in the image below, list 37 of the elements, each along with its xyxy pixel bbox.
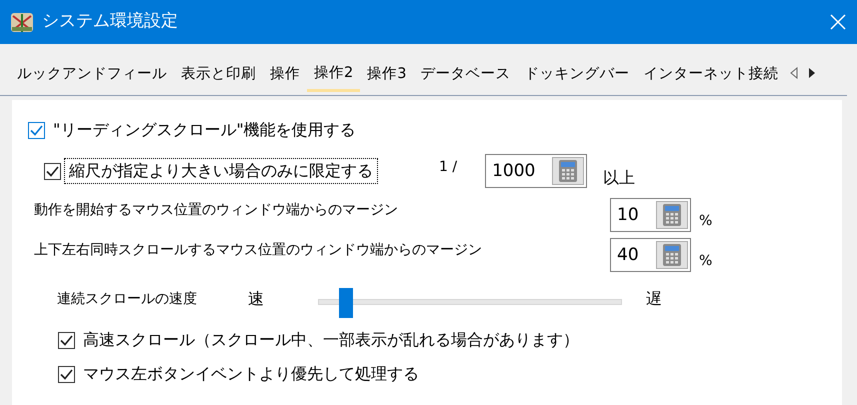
checkbox-label: 縮尺が指定より大きい場合のみに限定する [65,159,377,183]
tab[interactable]: 表示と印刷 [174,58,263,92]
app-icon [10,10,34,34]
checkbox[interactable] [58,366,75,382]
checkbox-label: マウス左ボタンイベントより優先して処理する [83,363,419,385]
calculator-button[interactable] [552,157,584,185]
unit-label: % [699,252,712,270]
calculator-icon [558,159,578,183]
scale-prefix: 1 / [439,158,458,176]
max-label: 遅 [646,288,662,310]
checkbox-label: 高速スクロール（スクロール中、一部表示が乱れる場合があります） [83,329,579,351]
checkbox[interactable] [28,122,45,138]
tab[interactable]: インターネット接続 [636,58,786,92]
suffix-label: 以上 [603,167,636,189]
calculator-button[interactable] [656,201,688,229]
calculator-icon [662,243,682,267]
scroll-left-icon[interactable] [789,66,800,80]
calculator-icon [662,203,682,227]
window-title: システム環境設定 [42,10,178,34]
unit-label: % [699,212,712,230]
margin-label: 動作を開始するマウス位置のウィンドウ端からのマージン [34,200,399,220]
checkbox[interactable] [44,162,61,180]
checkbox-label: "リーディングスクロール"機能を使用する [53,119,356,141]
checkbox[interactable] [58,332,75,348]
min-label: 速 [248,288,265,310]
tab[interactable]: ルックアンドフィール [10,58,174,92]
speed-label: 連続スクロールの速度 [57,290,198,308]
tab[interactable]: データベース [413,58,518,92]
slider-thumb[interactable] [339,288,354,318]
scroll-right-icon[interactable] [807,66,818,80]
tab[interactable]: ドッキングバー [517,58,636,92]
close-icon[interactable] [829,13,847,31]
tab[interactable]: 操作3 [360,58,414,92]
calculator-button[interactable] [656,241,688,269]
margin-label: 上下左右同時スクロールするマウス位置のウィンドウ端からのマージン [34,240,483,260]
tab[interactable]: 操作2 [307,58,360,92]
tab[interactable]: 操作 [263,58,307,92]
